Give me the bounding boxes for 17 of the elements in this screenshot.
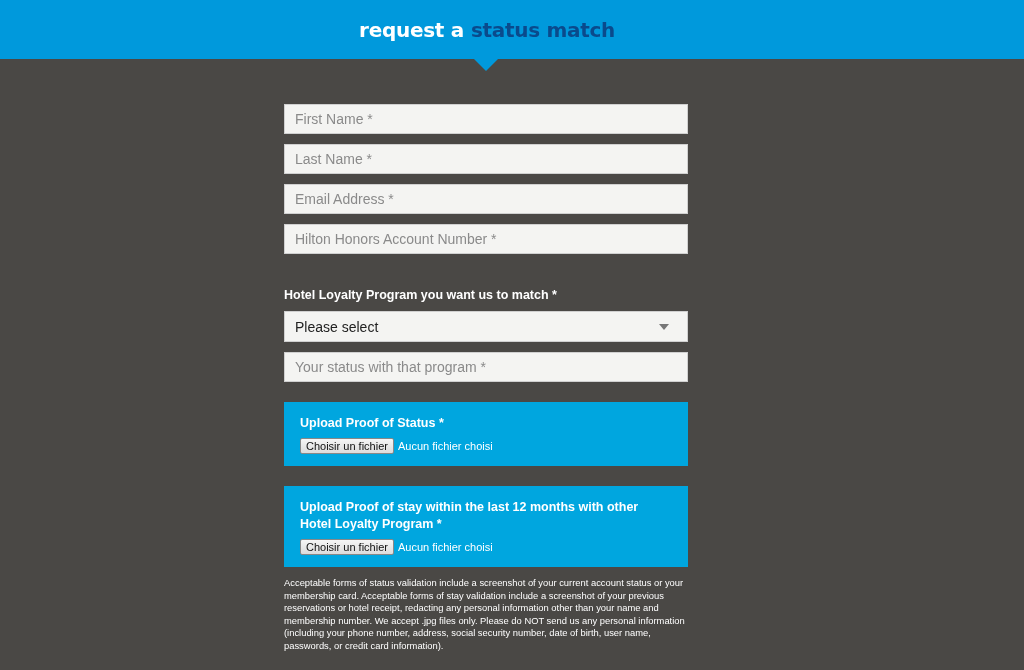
page-title-accent: status match <box>470 17 615 42</box>
file-status: Aucun fichier choisi <box>397 440 493 452</box>
input-field[interactable]: First Name * <box>284 104 688 134</box>
input-field[interactable]: Last Name * <box>284 144 688 174</box>
page-title: request a <box>359 17 464 42</box>
input-field[interactable]: Your status with that program * <box>284 352 688 382</box>
choose-file-button[interactable]: Choisir un fichier <box>300 438 394 454</box>
file-status: Aucun fichier choisi <box>397 541 493 553</box>
caret-icon <box>659 323 669 330</box>
upload-title: Upload Proof of stay within the last 12 months with other Hotel Loyalty Program * <box>300 499 640 533</box>
validation-note: Acceptable forms of status validation include a screenshot of your current account status or your membership card. Acceptable forms of stay validation include a screenshot of your previous reservations or hotel receipt, redacting any personal information other than your name and membership number. We accept .jpg files only. Please do NOT send us any personal information (including your phone number, address, social security number, date of birth, user name, passwords, or credit card information). <box>284 577 686 653</box>
program-dropdown[interactable]: Please select <box>284 311 688 342</box>
input-field[interactable]: Hilton Honors Account Number * <box>284 224 688 254</box>
choose-file-button[interactable]: Choisir un fichier <box>300 539 394 555</box>
input-field[interactable]: Email Address * <box>284 184 688 214</box>
upload-title: Upload Proof of Status * <box>300 415 445 432</box>
field-label: Hotel Loyalty Program you want us to match * <box>284 288 558 302</box>
